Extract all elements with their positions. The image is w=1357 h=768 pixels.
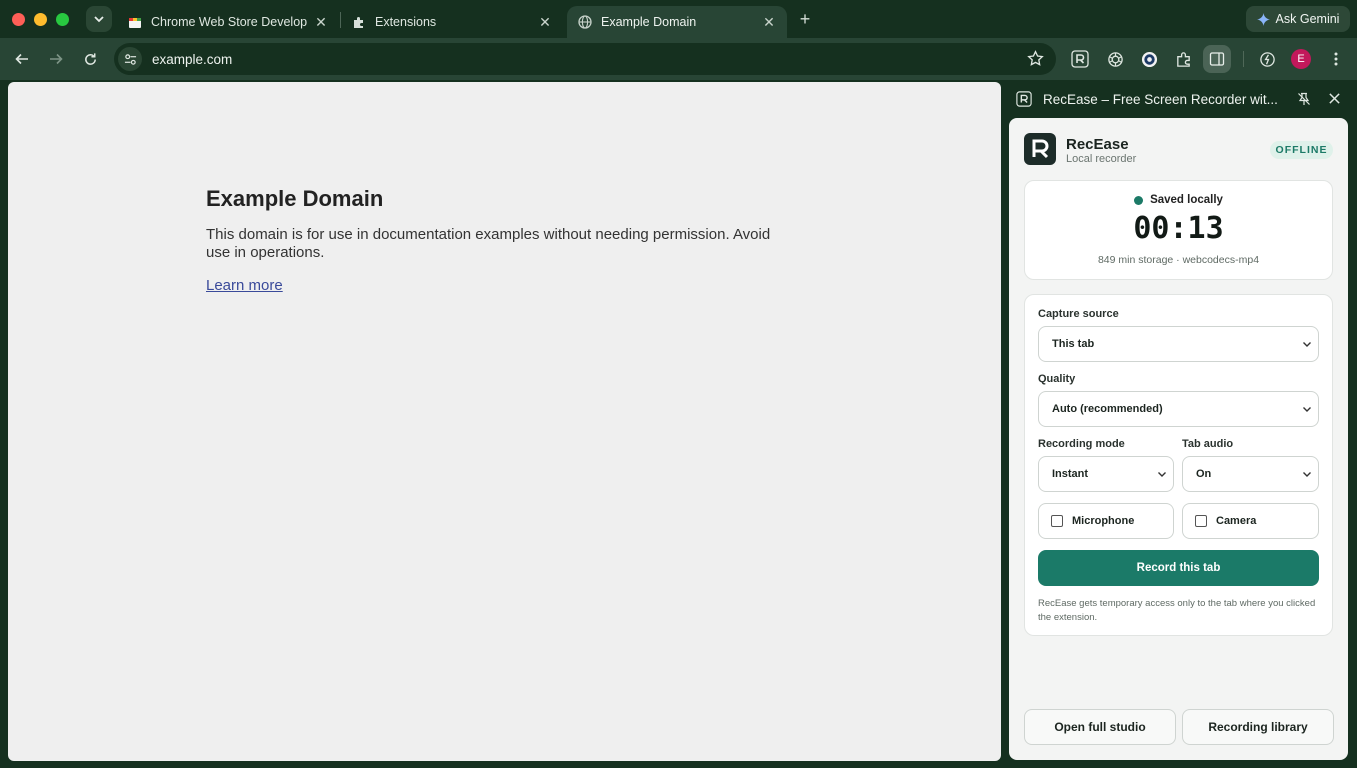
recording-mode-select[interactable]: Instant [1038,456,1174,492]
offline-badge: OFFLINE [1270,141,1333,159]
recording-timer: 00:13 [1133,211,1224,246]
capture-source-label: Capture source [1038,308,1119,320]
recease-app-logo [1024,133,1056,165]
url-text[interactable]: example.com [152,52,232,67]
record-tab-button[interactable]: Record this tab [1038,550,1319,586]
recease-logo-icon [1016,91,1032,107]
side-panel-toggle-button[interactable] [1203,45,1231,73]
quality-select[interactable]: Auto (recommended) [1038,391,1319,427]
recease-panel: RecEase Local recorder OFFLINE Saved loc… [1009,118,1348,760]
recording-mode-value: Instant [1052,468,1089,480]
browser-toolbar: example.com E [0,38,1357,80]
window-maximize-button[interactable] [56,13,69,26]
profile-avatar[interactable]: E [1291,49,1311,69]
capture-source-value: This tab [1052,338,1095,350]
openai-extension-icon[interactable] [1104,48,1126,70]
window-minimize-button[interactable] [34,13,47,26]
tab-example-domain[interactable]: Example Domain ✕ [567,6,787,38]
settings-card: Capture source This tab Quality Auto (re… [1024,294,1333,636]
open-full-studio-button[interactable]: Open full studio [1024,709,1176,745]
app-subtitle: Local recorder [1066,153,1137,165]
reload-button[interactable] [80,49,100,69]
storage-info: 849 min storage · webcodecs-mp4 [1097,254,1260,266]
chevron-down-icon [1303,472,1311,477]
chevron-down-icon [1303,342,1311,347]
page-heading: Example Domain [206,186,384,211]
bookmark-star-icon[interactable] [1027,50,1044,72]
globe-icon [577,14,593,30]
side-panel-icon [1209,52,1225,66]
more-menu-icon[interactable] [1325,48,1347,70]
reload-icon [84,52,96,65]
page-paragraph: This domain is for use in documentation … [206,226,771,261]
back-button[interactable] [12,49,32,69]
web-store-icon [127,14,143,30]
status-row: Saved locally [1025,194,1332,206]
tab-extensions[interactable]: Extensions ✕ [341,6,563,38]
camera-checkbox[interactable]: Camera [1182,503,1319,539]
ask-gemini-button[interactable]: Ask Gemini [1246,6,1350,32]
quality-label: Quality [1038,373,1076,385]
unpin-icon[interactable] [1297,92,1311,111]
tab-audio-select[interactable]: On [1182,456,1319,492]
recording-mode-label: Recording mode [1038,438,1125,450]
forward-button[interactable] [46,49,66,69]
puzzle-icon [351,14,367,30]
checkbox-box[interactable] [1051,515,1063,527]
status-card: Saved locally 00:13 849 min storage · we… [1024,180,1333,280]
checkbox-box[interactable] [1195,515,1207,527]
puzzle-icon[interactable] [1172,48,1194,70]
side-panel-header: RecEase – Free Screen Recorder wit... [1008,82,1357,118]
status-dot-icon [1134,195,1144,205]
chevron-down-icon [94,16,104,23]
microphone-checkbox[interactable]: Microphone [1038,503,1174,539]
tab-search-button[interactable] [86,6,112,32]
address-bar[interactable]: example.com [114,43,1056,75]
new-tab-button[interactable]: + [795,9,815,29]
recease-extension-icon[interactable] [1069,48,1091,70]
close-icon[interactable] [1328,92,1341,110]
performance-icon[interactable] [1256,48,1278,70]
learn-more-link[interactable]: Learn more [206,277,283,294]
tab-title: Extensions [375,15,437,29]
permission-note: RecEase gets temporary access only to th… [1038,598,1316,623]
tune-icon [124,53,136,65]
close-icon[interactable]: ✕ [313,14,329,30]
quality-value: Auto (recommended) [1052,403,1163,415]
arrow-left-icon [15,53,28,65]
close-icon[interactable]: ✕ [761,14,777,30]
toolbar-divider [1243,51,1244,67]
side-panel-title: RecEase – Free Screen Recorder wit... [1043,92,1278,107]
camera-label: Camera [1216,515,1257,527]
site-info-button[interactable] [118,47,142,71]
circle-extension-icon[interactable] [1138,48,1160,70]
window-close-button[interactable] [12,13,25,26]
tab-strip: Chrome Web Store Developer ✕ Extensions … [0,0,1357,38]
app-name: RecEase [1066,136,1129,153]
chevron-down-icon [1158,472,1166,477]
recording-library-button[interactable]: Recording library [1182,709,1334,745]
tab-audio-label: Tab audio [1182,438,1234,450]
gemini-icon [1256,12,1270,26]
tab-title: Chrome Web Store Developer [151,15,307,29]
status-text: Saved locally [1150,194,1223,206]
arrow-right-icon [50,53,63,65]
ask-gemini-label: Ask Gemini [1275,12,1340,26]
microphone-label: Microphone [1072,515,1135,527]
page-viewport: Example Domain This domain is for use in… [8,82,1001,761]
tab-audio-value: On [1196,468,1212,480]
capture-source-select[interactable]: This tab [1038,326,1319,362]
chevron-down-icon [1303,407,1311,412]
tab-chrome-web-store[interactable]: Chrome Web Store Developer ✕ [117,6,339,38]
close-icon[interactable]: ✕ [537,14,553,30]
tab-title: Example Domain [601,15,697,29]
